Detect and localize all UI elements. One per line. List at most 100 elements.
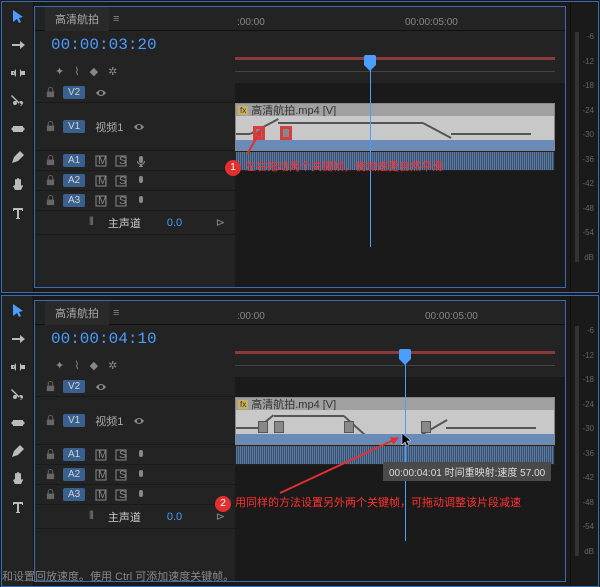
mic-icon[interactable]	[135, 489, 147, 501]
ripple-edit-icon[interactable]	[9, 64, 27, 82]
track-a2[interactable]: A2 M S	[35, 171, 235, 191]
eye-icon[interactable]	[95, 381, 107, 393]
eye-icon[interactable]	[133, 415, 145, 427]
lock-icon[interactable]	[43, 194, 57, 208]
lock-icon[interactable]	[43, 488, 57, 502]
lock-icon[interactable]	[43, 174, 57, 188]
track-a1[interactable]: A1 M S	[35, 151, 235, 171]
keyframe[interactable]	[258, 421, 268, 433]
mute-icon[interactable]: M	[95, 449, 107, 461]
track-label[interactable]: V1	[63, 120, 85, 133]
track-v1[interactable]: V1 视频1	[35, 103, 235, 151]
track-v2[interactable]: V2	[35, 83, 235, 103]
track-a3[interactable]: A3 M S	[35, 191, 235, 211]
type-tool-icon[interactable]	[9, 498, 27, 516]
track-label[interactable]: A1	[63, 154, 85, 167]
speed-graph[interactable]	[236, 116, 554, 150]
lock-icon[interactable]	[43, 120, 57, 134]
fx-badge[interactable]: fx	[238, 106, 248, 115]
track-label[interactable]: A2	[63, 174, 85, 187]
track-select-icon[interactable]	[9, 36, 27, 54]
track-a3[interactable]: A3 M S	[35, 485, 235, 505]
selection-tool-icon[interactable]	[9, 8, 27, 26]
mute-icon[interactable]: M	[95, 469, 107, 481]
track-master[interactable]: ⦀ 主声道 0.0 ⊳	[35, 505, 235, 529]
sequence-tab[interactable]: 高清航拍	[45, 7, 109, 31]
hand-tool-icon[interactable]	[9, 176, 27, 194]
keyframe[interactable]	[274, 421, 284, 433]
lock-icon[interactable]	[43, 448, 57, 462]
marker-icon[interactable]: ◆	[90, 65, 98, 78]
eye-icon[interactable]	[95, 87, 107, 99]
solo-icon[interactable]: S	[115, 489, 127, 501]
keyframe[interactable]	[281, 127, 291, 139]
video-clip[interactable]: fx高清航拍.mp4 [V]	[235, 103, 555, 151]
work-area-bar[interactable]	[235, 57, 555, 60]
link-icon[interactable]: ⌇	[74, 359, 79, 372]
mute-icon[interactable]: M	[95, 195, 107, 207]
lock-icon[interactable]	[43, 154, 57, 168]
selection-tool-icon[interactable]	[9, 302, 27, 320]
track-label[interactable]: V2	[63, 86, 85, 99]
mute-icon[interactable]: M	[95, 155, 107, 167]
fx-badge[interactable]: fx	[238, 400, 248, 409]
timecode[interactable]: 00:00:03:20	[51, 36, 157, 54]
eye-icon[interactable]	[133, 121, 145, 133]
mic-icon[interactable]	[135, 469, 147, 481]
track-label[interactable]: A3	[63, 194, 85, 207]
track-label[interactable]: V2	[63, 380, 85, 393]
mute-icon[interactable]: M	[95, 489, 107, 501]
slip-tool-icon[interactable]	[9, 120, 27, 138]
type-tool-icon[interactable]	[9, 204, 27, 222]
track-label[interactable]: V1	[63, 414, 85, 427]
keyframe[interactable]	[421, 421, 431, 433]
lock-icon[interactable]	[43, 468, 57, 482]
lock-icon[interactable]	[43, 86, 57, 100]
settings-icon[interactable]: ✲	[108, 65, 117, 78]
track-a2[interactable]: A2 M S	[35, 465, 235, 485]
mic-icon[interactable]	[135, 175, 147, 187]
playhead[interactable]	[370, 57, 371, 247]
mic-icon[interactable]	[135, 195, 147, 207]
lock-icon[interactable]	[43, 414, 57, 428]
solo-icon[interactable]: S	[115, 449, 127, 461]
master-value[interactable]: 0.0	[167, 511, 182, 523]
tab-menu-icon[interactable]: ≡	[113, 307, 119, 319]
track-v2[interactable]: V2	[35, 377, 235, 397]
razor-tool-icon[interactable]	[9, 386, 27, 404]
track-label[interactable]: A2	[63, 468, 85, 481]
solo-icon[interactable]: S	[115, 175, 127, 187]
slip-tool-icon[interactable]	[9, 414, 27, 432]
track-select-icon[interactable]	[9, 330, 27, 348]
pen-tool-icon[interactable]	[9, 442, 27, 460]
track-content-area[interactable]: fx高清航拍.mp4 [V]	[235, 83, 565, 287]
master-value[interactable]: 0.0	[167, 217, 182, 229]
mic-icon[interactable]	[135, 155, 147, 167]
expand-icon[interactable]: ⊳	[216, 510, 225, 523]
track-label[interactable]: A3	[63, 488, 85, 501]
pen-tool-icon[interactable]	[9, 148, 27, 166]
tab-menu-icon[interactable]: ≡	[113, 13, 119, 25]
mic-icon[interactable]	[135, 449, 147, 461]
expand-icon[interactable]: ⊳	[216, 216, 225, 229]
mute-icon[interactable]: M	[95, 175, 107, 187]
marker-icon[interactable]: ◆	[90, 359, 98, 372]
ripple-edit-icon[interactable]	[9, 358, 27, 376]
timecode[interactable]: 00:00:04:10	[51, 330, 157, 348]
solo-icon[interactable]: S	[115, 195, 127, 207]
link-icon[interactable]: ⌇	[74, 65, 79, 78]
work-area-bar[interactable]	[235, 351, 555, 354]
keyframe[interactable]	[344, 421, 354, 433]
hand-tool-icon[interactable]	[9, 470, 27, 488]
snap-icon[interactable]: ✦	[55, 65, 64, 78]
lock-icon[interactable]	[43, 380, 57, 394]
sequence-tab[interactable]: 高清航拍	[45, 301, 109, 325]
snap-icon[interactable]: ✦	[55, 359, 64, 372]
track-content-area[interactable]: fx高清航拍.mp4 [V]	[235, 377, 565, 581]
settings-icon[interactable]: ✲	[108, 359, 117, 372]
time-ruler[interactable]: :00:00 00:00:05:00	[235, 31, 565, 59]
solo-icon[interactable]: S	[115, 155, 127, 167]
track-label[interactable]: A1	[63, 448, 85, 461]
track-master[interactable]: ⦀ 主声道 0.0 ⊳	[35, 211, 235, 235]
razor-tool-icon[interactable]	[9, 92, 27, 110]
